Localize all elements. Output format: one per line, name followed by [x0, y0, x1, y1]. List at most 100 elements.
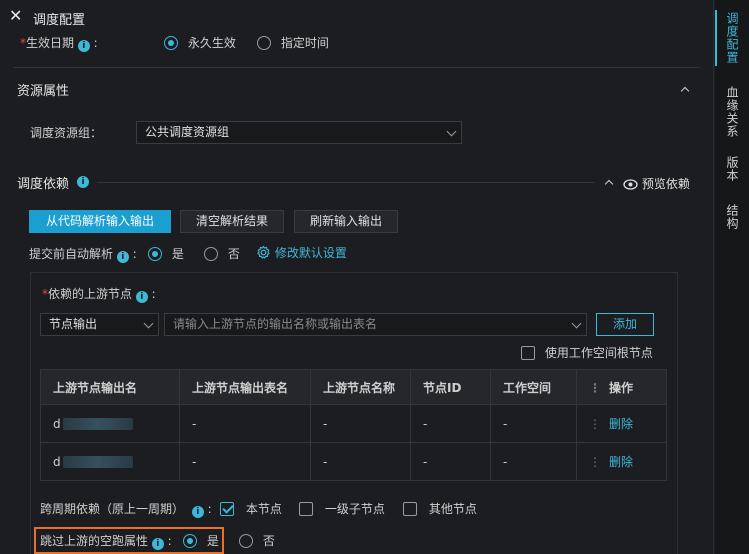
cross-cycle-other[interactable]: 其他节点	[403, 500, 477, 517]
upstream-table: 上游节点输出名 上游节点输出表名 上游节点名称 节点ID 工作空间 ⋮ 操作 d …	[40, 369, 667, 481]
close-icon[interactable]: ✕	[9, 6, 22, 25]
delete-link[interactable]: 删除	[609, 455, 633, 469]
info-icon[interactable]: i	[116, 251, 129, 263]
checkbox-icon[interactable]	[403, 502, 417, 516]
radio-permanent-label: 永久生效	[187, 36, 236, 50]
cell-output-table: -	[179, 442, 311, 481]
modify-default-label: 修改默认设置	[274, 246, 347, 260]
table-header-row: 上游节点输出名 上游节点输出表名 上游节点名称 节点ID 工作空间 ⋮ 操作	[40, 369, 667, 405]
col-action: ⋮ 操作	[576, 369, 667, 405]
cell-node-id: -	[410, 404, 491, 443]
panel-title: 调度配置	[33, 13, 86, 28]
parse-io-button[interactable]: 从代码解析输入输出	[29, 210, 171, 233]
cell-output-name: d	[40, 404, 180, 443]
cell-node-name: -	[310, 404, 411, 443]
auto-parse-no[interactable]: 否	[204, 245, 240, 262]
cell-action: ⋮ 删除	[576, 442, 667, 481]
sidebar-item-structure[interactable]: 结构	[715, 204, 749, 230]
skip-dry-run-yes[interactable]: 是	[183, 532, 219, 549]
sidebar-item-schedule-config[interactable]: 调度配置	[715, 12, 749, 64]
chevron-down-icon	[143, 318, 154, 329]
cross-cycle-child[interactable]: 一级子节点	[299, 500, 385, 517]
redacted-text	[62, 418, 133, 430]
checkbox-icon[interactable]	[220, 502, 234, 516]
radio-specified-label: 指定时间	[280, 36, 329, 50]
cell-workspace: -	[490, 442, 577, 481]
column-resize-handle[interactable]: ⋮	[589, 381, 601, 395]
cross-cycle-self-label: 本节点	[245, 502, 282, 516]
cross-cycle-label: 跨周期依赖（原上一周期）	[40, 502, 185, 516]
sidebar-item-version[interactable]: 版本	[715, 156, 749, 182]
radio-icon[interactable]	[148, 247, 162, 261]
skip-dry-run-label: 跳过上游的空跑属性	[40, 534, 149, 548]
upstream-search-placeholder: 请输入上游节点的输出名称或输出表名	[173, 317, 378, 331]
table-row: d - - - - ⋮ 删除	[40, 442, 667, 481]
radio-icon[interactable]	[204, 247, 218, 261]
cross-cycle-other-label: 其他节点	[428, 502, 477, 516]
divider	[97, 182, 595, 183]
cell-output-table: -	[179, 404, 311, 443]
cell-node-id: -	[410, 442, 491, 481]
col-node-id: 节点ID	[410, 369, 491, 405]
radio-icon[interactable]	[164, 36, 178, 50]
radio-permanent[interactable]: 永久生效	[164, 34, 236, 51]
add-button[interactable]: 添加	[596, 313, 654, 336]
output-name-prefix: d	[53, 454, 61, 469]
output-name-prefix: d	[53, 416, 61, 431]
skip-dry-run-no[interactable]: 否	[239, 532, 275, 549]
divider	[14, 67, 700, 68]
sidebar-item-lineage[interactable]: 血缘关系	[715, 86, 749, 138]
effective-date-label: 生效日期	[26, 36, 75, 50]
radio-icon[interactable]	[257, 36, 271, 50]
radio-icon[interactable]	[183, 534, 197, 548]
info-icon[interactable]: i	[151, 538, 164, 550]
resource-group-label: 调度资源组：	[30, 126, 103, 140]
resource-section-title: 资源属性	[17, 84, 70, 99]
resource-group-select[interactable]: 公共调度资源组	[136, 121, 462, 144]
effective-date-row: *生效日期 i :	[20, 36, 98, 52]
cross-cycle-row: 跨周期依赖（原上一周期） i :	[40, 502, 212, 518]
col-output-table: 上游节点输出表名	[179, 369, 311, 405]
radio-specified-time[interactable]: 指定时间	[257, 34, 329, 51]
use-root-node[interactable]: 使用工作空间根节点	[521, 344, 653, 361]
col-node-name: 上游节点名称	[310, 369, 411, 405]
column-divider: ⋮	[589, 417, 601, 431]
resource-group-value: 公共调度资源组	[145, 125, 230, 139]
skip-dry-run-no-label: 否	[262, 534, 275, 548]
column-divider: ⋮	[589, 455, 601, 469]
node-type-select[interactable]: 节点输出	[40, 313, 159, 336]
cross-cycle-child-label: 一级子节点	[324, 502, 385, 516]
col-action-label: 操作	[609, 380, 634, 395]
info-icon[interactable]: i	[77, 40, 90, 52]
delete-link[interactable]: 删除	[609, 417, 633, 431]
radio-icon[interactable]	[239, 534, 253, 548]
right-sidebar: 调度配置 血缘关系 版本 结构	[715, 0, 749, 554]
preview-dependency[interactable]: 预览依赖	[623, 175, 690, 192]
cell-node-name: -	[310, 442, 411, 481]
node-type-value: 节点输出	[49, 317, 98, 331]
use-root-label: 使用工作空间根节点	[544, 346, 653, 360]
upstream-label: 依赖的上游节点	[48, 287, 133, 301]
table-row: d - - - - ⋮ 删除	[40, 404, 667, 443]
chevron-down-icon	[571, 318, 582, 329]
skip-dry-run-yes-label: 是	[206, 534, 219, 548]
skip-dry-run-row: 跳过上游的空跑属性 i :	[40, 534, 172, 550]
gear-icon	[257, 245, 270, 259]
config-panel: ✕ 调度配置 *生效日期 i : 永久生效 指定时间 资源属性 调度资源组： 公…	[0, 0, 714, 554]
chevron-up-icon[interactable]	[680, 86, 690, 96]
clear-parse-button[interactable]: 清空解析结果	[180, 210, 284, 233]
refresh-io-button[interactable]: 刷新输入输出	[294, 210, 398, 233]
preview-dependency-label: 预览依赖	[641, 177, 690, 191]
auto-parse-yes[interactable]: 是	[148, 245, 184, 262]
cell-action: ⋮ 删除	[576, 404, 667, 443]
upstream-search-input[interactable]: 请输入上游节点的输出名称或输出表名	[164, 313, 587, 336]
eye-icon	[623, 179, 638, 190]
checkbox-icon[interactable]	[299, 502, 313, 516]
chevron-up-icon[interactable]	[604, 179, 614, 189]
checkbox-icon[interactable]	[521, 346, 535, 360]
modify-default-link[interactable]: 修改默认设置	[256, 244, 347, 261]
info-icon[interactable]: i	[135, 291, 148, 303]
cross-cycle-self[interactable]: 本节点	[220, 500, 282, 517]
info-icon[interactable]: i	[77, 176, 89, 188]
info-icon[interactable]: i	[191, 506, 204, 518]
